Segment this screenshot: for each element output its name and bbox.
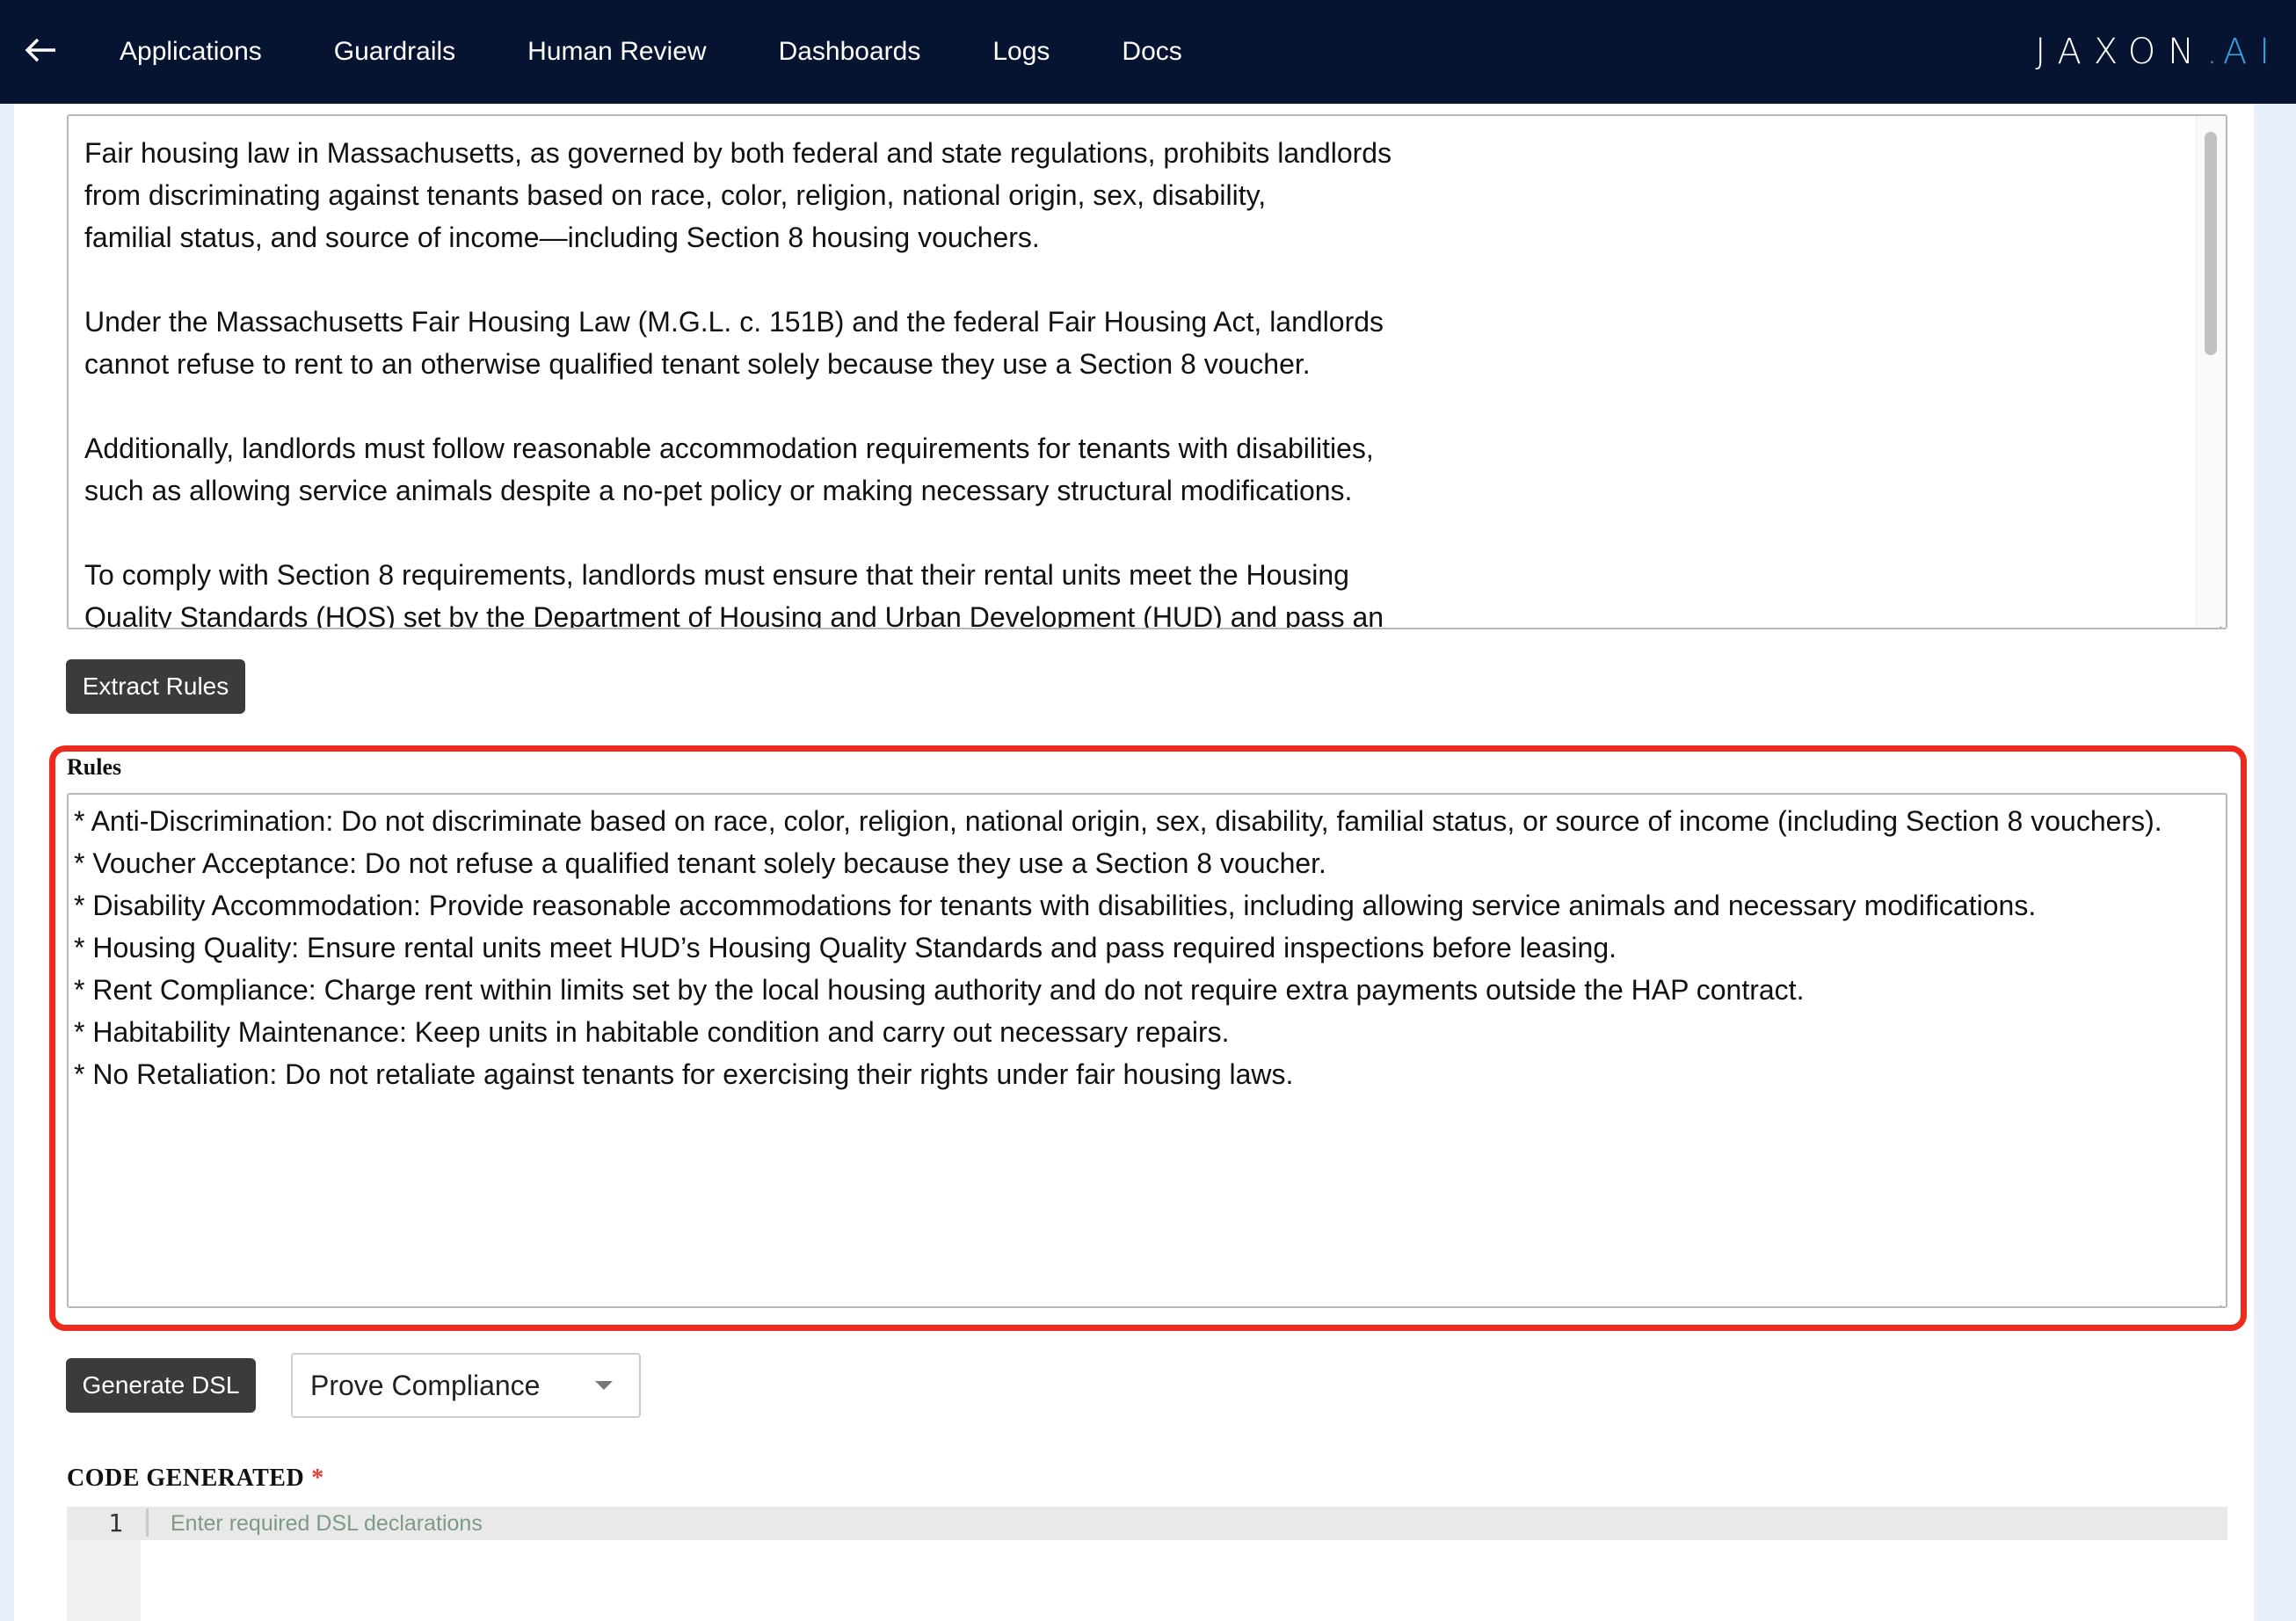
- source-blank-line: [84, 258, 2226, 301]
- source-blank-line: [84, 512, 2226, 554]
- mode-select[interactable]: Prove Compliance: [291, 1353, 641, 1418]
- rule-item: * No Retaliation: Do not retaliate again…: [74, 1058, 1294, 1090]
- rules-label: Rules: [67, 754, 122, 780]
- code-label-text: CODE GENERATED: [67, 1465, 305, 1492]
- resize-grip-icon[interactable]: [2206, 1287, 2222, 1306]
- top-navbar: Applications Guardrails Human Review Das…: [0, 0, 2296, 104]
- nav-link-human-review[interactable]: Human Review: [527, 37, 706, 67]
- mode-select-value: Prove Compliance: [310, 1369, 541, 1401]
- resize-grip-icon[interactable]: [2206, 608, 2222, 628]
- source-line: Additionally, landlords must follow reas…: [84, 433, 1374, 464]
- rule-item: * Housing Quality: Ensure rental units m…: [74, 932, 1617, 963]
- line-number: 1: [108, 1508, 123, 1537]
- rule-item: * Habitability Maintenance: Keep units i…: [74, 1016, 1230, 1048]
- source-line: familial status, and source of income—in…: [84, 222, 1040, 253]
- rule-item: * Anti-Discrimination: Do not discrimina…: [74, 805, 2162, 837]
- source-line: Under the Massachusetts Fair Housing Law…: [84, 306, 1384, 338]
- brand-dot: .: [2206, 32, 2223, 72]
- dsl-code-editor[interactable]: 1 Enter required DSL declarations: [67, 1507, 2227, 1621]
- source-blank-line: [84, 385, 2226, 427]
- source-line: from discriminating against tenants base…: [84, 179, 1267, 211]
- source-scrollbar[interactable]: [2196, 116, 2226, 628]
- brand-main: JAXON: [2035, 32, 2207, 72]
- rule-item: * Rent Compliance: Charge rent within li…: [74, 974, 1805, 1006]
- nav-link-logs[interactable]: Logs: [992, 37, 1050, 67]
- nav-link-guardrails[interactable]: Guardrails: [334, 37, 455, 67]
- rule-item: * Disability Accommodation: Provide reas…: [74, 890, 2037, 921]
- source-line: Quality Standards (HQS) set by the Depar…: [84, 601, 1384, 629]
- generate-dsl-button[interactable]: Generate DSL: [66, 1358, 256, 1413]
- scrollbar-thumb[interactable]: [2205, 132, 2217, 355]
- back-button[interactable]: [0, 0, 81, 104]
- nav-link-dashboards[interactable]: Dashboards: [779, 37, 921, 67]
- brand-suffix: AI: [2222, 32, 2282, 72]
- editor-cursor: [146, 1508, 149, 1537]
- source-line: such as allowing service animals despite…: [84, 475, 1353, 506]
- caret-down-icon: [595, 1381, 613, 1390]
- rule-item: * Voucher Acceptance: Do not refuse a qu…: [74, 847, 1326, 879]
- nav-link-applications[interactable]: Applications: [120, 37, 262, 67]
- nav-links: Applications Guardrails Human Review Das…: [120, 37, 1254, 67]
- code-generated-label: CODE GENERATED *: [67, 1465, 324, 1493]
- extract-rules-button[interactable]: Extract Rules: [66, 659, 245, 714]
- editor-placeholder: Enter required DSL declarations: [171, 1511, 483, 1536]
- arrow-left-icon: [24, 37, 57, 68]
- source-line: To comply with Section 8 requirements, l…: [84, 559, 1349, 591]
- required-mark: *: [311, 1465, 324, 1492]
- source-text-area[interactable]: Fair housing law in Massachusetts, as go…: [67, 114, 2227, 629]
- source-line: cannot refuse to rent to an otherwise qu…: [84, 348, 1311, 380]
- brand-logo[interactable]: JAXON. AI: [2035, 32, 2282, 72]
- nav-link-docs[interactable]: Docs: [1122, 37, 1181, 67]
- source-line: Fair housing law in Massachusetts, as go…: [84, 137, 1392, 169]
- main-panel: Fair housing law in Massachusetts, as go…: [14, 104, 2254, 1621]
- rules-text-area[interactable]: * Anti-Discrimination: Do not discrimina…: [67, 793, 2227, 1308]
